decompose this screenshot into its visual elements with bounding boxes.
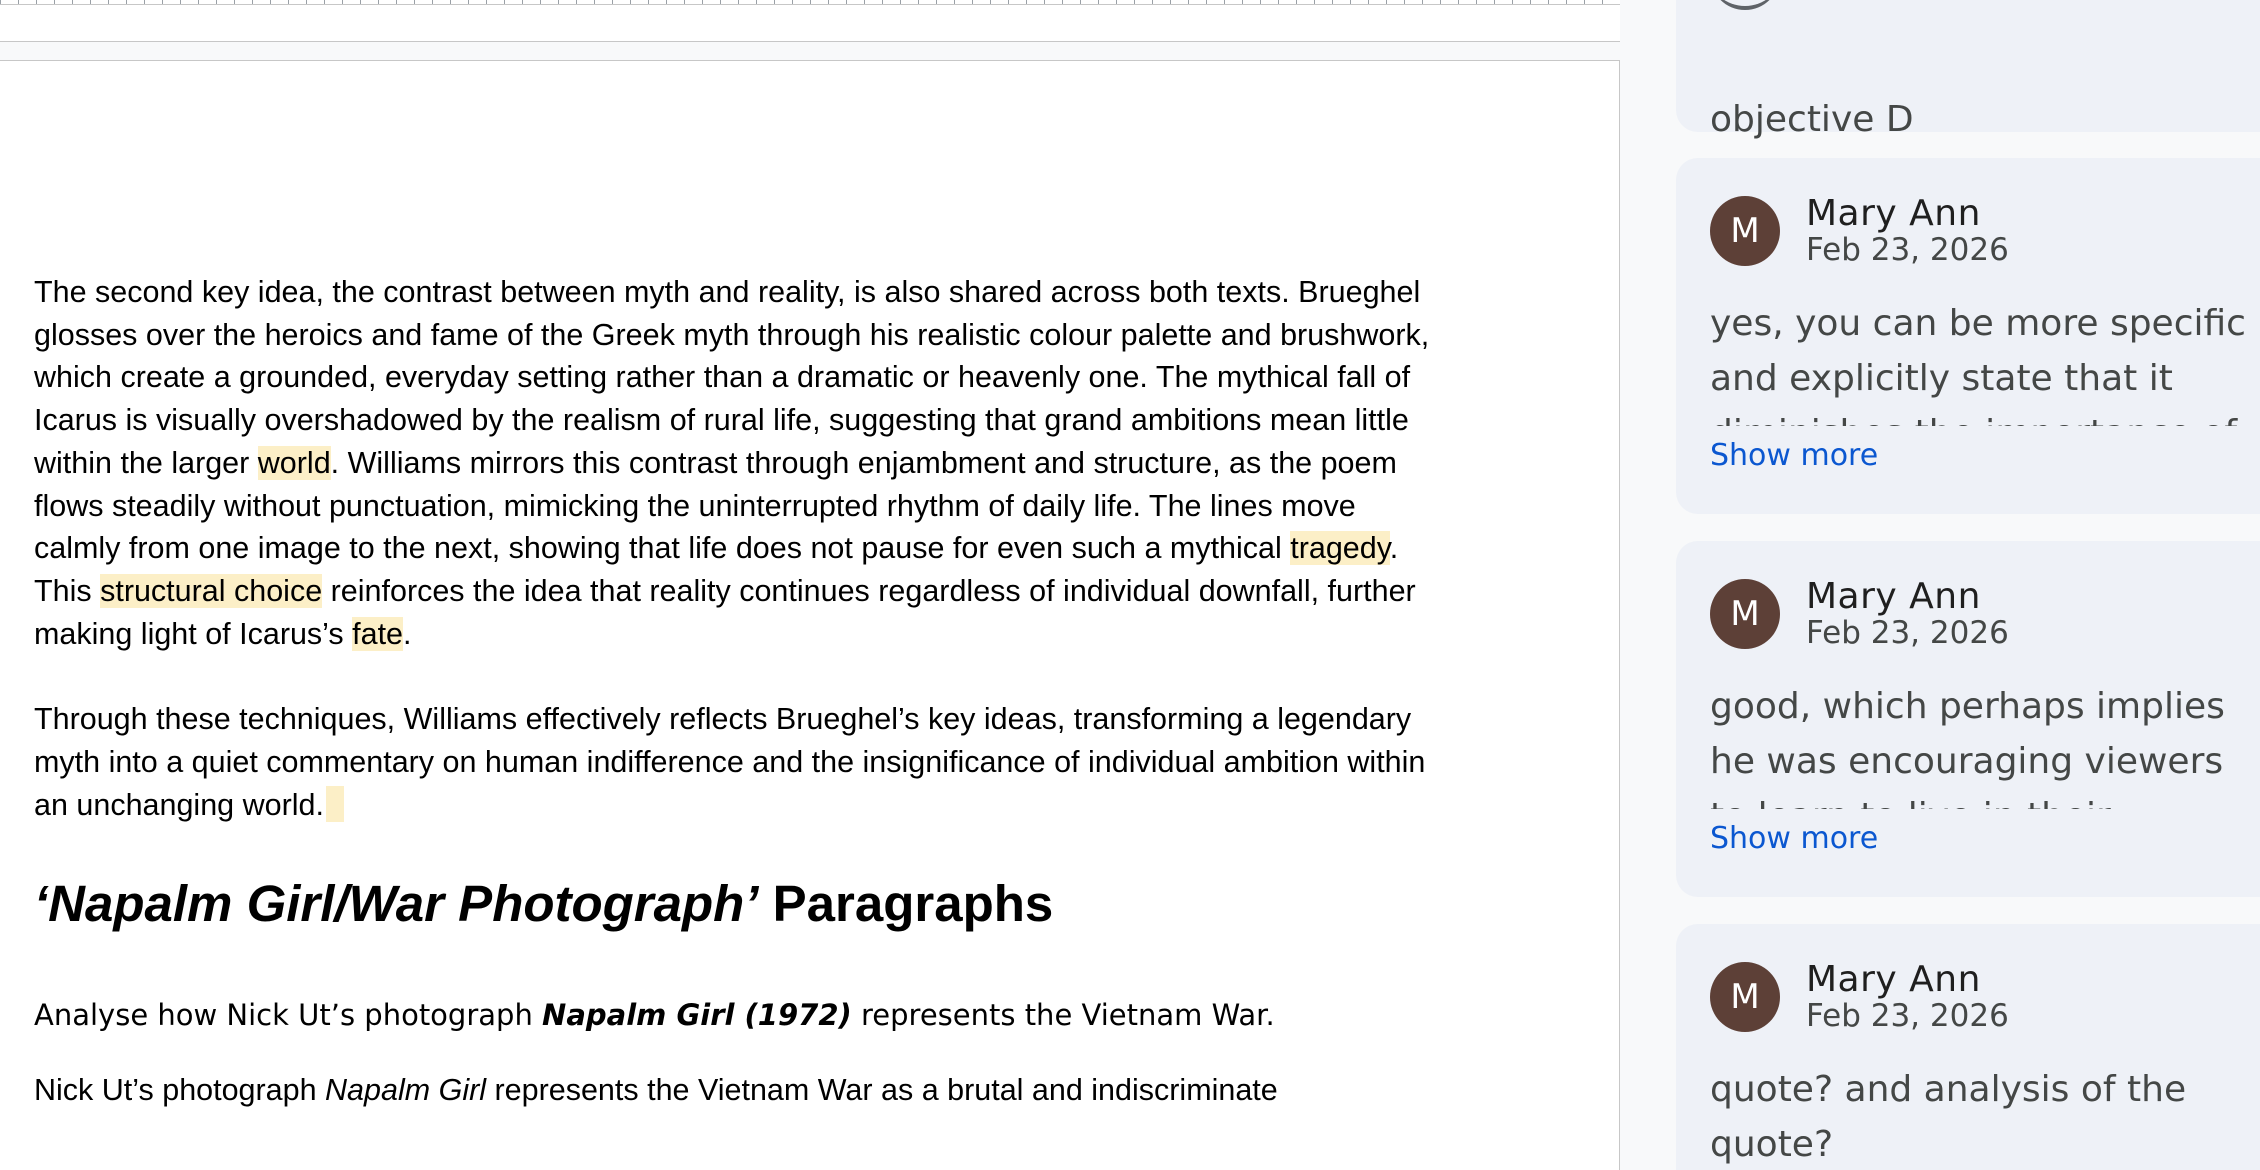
ruler-baseline (0, 4, 1620, 5)
commented-text-structural-choice[interactable]: structural choice (100, 573, 323, 608)
text-run: represents the Vietnam War as a brutal a… (486, 1073, 1278, 1108)
commented-text-fate[interactable]: fate (352, 616, 404, 651)
text-run: Through these techniques, Williams effec… (34, 702, 1426, 822)
comments-sidebar[interactable]: objective D M Mary Ann Feb 23, 2026 yes,… (1620, 0, 2260, 1170)
show-more-link[interactable]: Show more (1710, 821, 1878, 857)
text-run: . (403, 616, 412, 651)
document-page[interactable]: The second key idea, the contrast betwee… (0, 60, 1620, 1170)
page-body[interactable]: The second key idea, the contrast betwee… (34, 271, 1444, 1111)
paragraph-myth-reality[interactable]: The second key idea, the contrast betwee… (34, 271, 1444, 655)
comment-card[interactable]: M Mary Ann Feb 23, 2026 yes, you can be … (1676, 158, 2260, 514)
comment-date: Feb 23, 2026 (1806, 615, 2009, 651)
document-area[interactable]: The second key idea, the contrast betwee… (0, 0, 1620, 1170)
show-more-link[interactable]: Show more (1710, 438, 1878, 474)
comment-card[interactable]: objective D (1676, 0, 2260, 140)
section-heading[interactable]: ‘Napalm Girl/War Photograph’ Paragraphs (34, 872, 1444, 936)
avatar (1710, 0, 1780, 10)
text-run: Analyse how Nick Ut’s photograph (34, 998, 543, 1033)
photo-title: Napalm Girl (1972) (542, 998, 852, 1033)
comment-card[interactable]: M Mary Ann Feb 23, 2026 quote? and analy… (1676, 924, 2260, 1170)
comment-author: Mary Ann (1806, 576, 1981, 617)
avatar[interactable]: M (1710, 962, 1780, 1032)
comment-date: Feb 23, 2026 (1806, 232, 2009, 268)
text-run: Nick Ut’s photograph (34, 1073, 326, 1108)
comment-date: Feb 23, 2026 (1806, 998, 2009, 1034)
avatar[interactable]: M (1710, 196, 1780, 266)
paragraph-napalm-girl[interactable]: Nick Ut’s photograph Napalm Girl represe… (34, 1069, 1444, 1111)
photo-title-italic: Napalm Girl (325, 1073, 487, 1108)
horizontal-ruler[interactable] (0, 0, 1620, 42)
heading-italic: ‘Napalm Girl/War Photograph’ (34, 875, 759, 933)
comment-body: good, which perhaps implies he was encou… (1710, 686, 2225, 809)
avatar[interactable]: M (1710, 579, 1780, 649)
comment-author: Mary Ann (1806, 193, 1981, 234)
comment-card[interactable]: M Mary Ann Feb 23, 2026 good, which perh… (1676, 541, 2260, 897)
comment-body: objective D (1710, 99, 1914, 140)
comment-body: yes, you can be more specific and explic… (1710, 303, 2246, 426)
essay-question[interactable]: Analyse how Nick Ut’s photograph Napalm … (34, 994, 1444, 1036)
comment-body: quote? and analysis of the quote? (1710, 1069, 2187, 1165)
heading-rest: Paragraphs (758, 875, 1054, 933)
text-run: represents the Vietnam War. (851, 998, 1275, 1033)
comment-author: Mary Ann (1806, 959, 1981, 1000)
paragraph-conclusion[interactable]: Through these techniques, Williams effec… (34, 698, 1444, 826)
comment-anchor-highlight[interactable] (325, 785, 344, 822)
commented-text-world[interactable]: world (257, 445, 331, 480)
commented-text-tragedy[interactable]: tragedy (1290, 531, 1390, 566)
